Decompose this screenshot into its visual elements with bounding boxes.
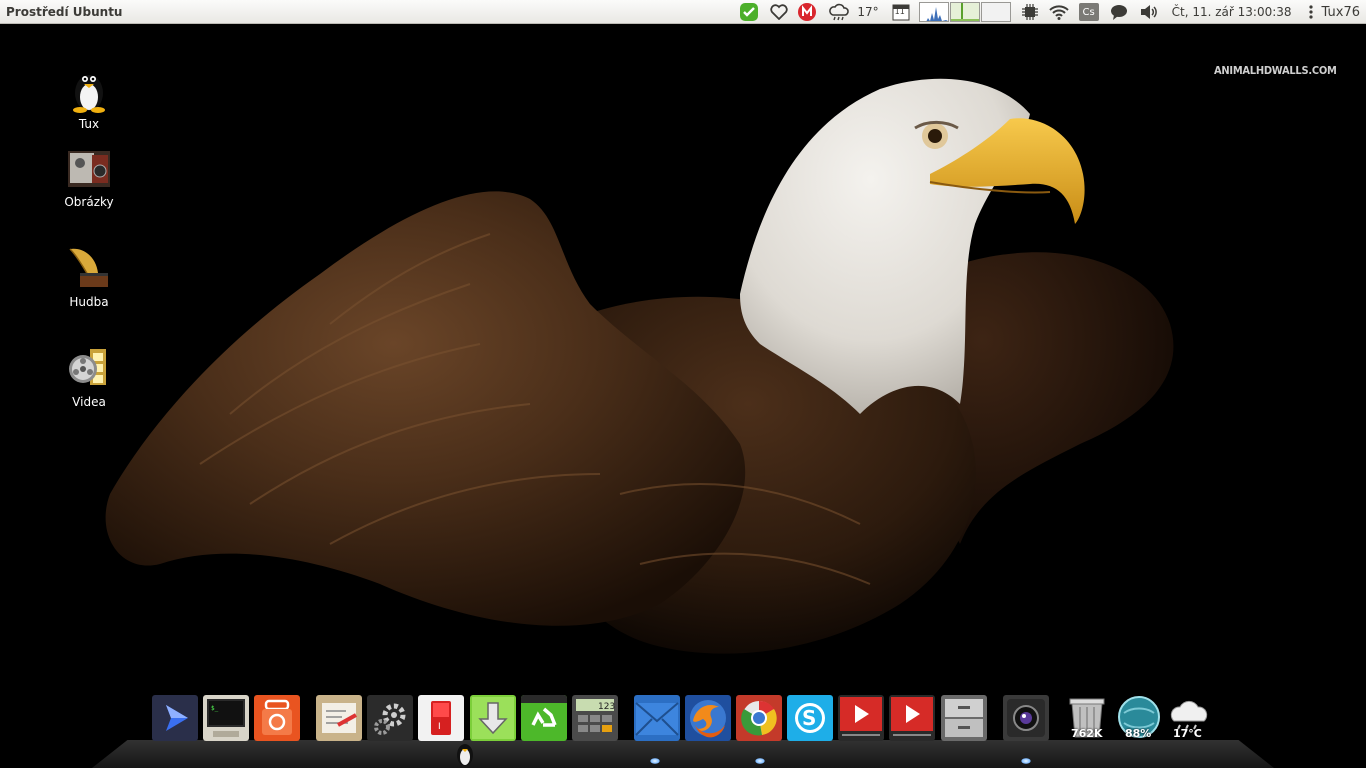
- running-indicator: [1021, 758, 1031, 764]
- eagle-wallpaper-image: [0, 24, 1366, 768]
- play-arrow-icon: [152, 695, 198, 741]
- system-monitor-indicator[interactable]: [918, 0, 1012, 24]
- dock-ubuntu-software[interactable]: [254, 695, 300, 741]
- wallpaper-watermark: ANIMALHDWALLS.COM: [1214, 64, 1337, 77]
- youtube-play-icon: [889, 695, 935, 741]
- running-indicator: [755, 758, 765, 764]
- dock-tux-figure: [454, 740, 476, 768]
- calculator-display: 123: [598, 702, 615, 712]
- dock-skype[interactable]: S: [787, 695, 833, 741]
- webcam-icon: [1003, 695, 1049, 741]
- svg-text:$_: $_: [211, 705, 219, 712]
- dock-media-player[interactable]: [152, 695, 198, 741]
- firefox-icon: [685, 695, 731, 741]
- wifi-icon: [1048, 5, 1069, 20]
- desktop-wallpaper: ANIMALHDWALLS.COM: [0, 24, 1366, 768]
- recycle-icon: [521, 695, 567, 741]
- clock[interactable]: Čt, 11. zář 13:00:38: [1168, 0, 1296, 24]
- desktop-icon-videos[interactable]: Videa: [49, 345, 129, 409]
- calculator-icon: 123: [572, 695, 618, 741]
- ubuntu-bag-icon: [254, 695, 300, 741]
- tux-penguin-icon: [457, 744, 473, 766]
- weather-widget-temp: 17°C: [1173, 727, 1202, 740]
- update-ok-indicator[interactable]: [737, 0, 761, 24]
- network-wifi-indicator[interactable]: [1048, 0, 1070, 24]
- desktop-icon-label: Obrázky: [64, 195, 114, 209]
- weather-indicator[interactable]: [825, 0, 853, 24]
- dock-shutdown[interactable]: I: [418, 695, 464, 741]
- weather-temp: 17°: [857, 5, 879, 19]
- terminal-icon: $_: [203, 695, 249, 741]
- top-panel: Prostředí Ubuntu 17° 11 Cs Čt, 11. zář 1…: [0, 0, 1366, 24]
- mega-icon: [798, 3, 817, 21]
- dock-shelf: [92, 740, 1274, 768]
- keyboard-layout-label: Cs: [1078, 3, 1099, 21]
- user-name[interactable]: Tux76: [1318, 0, 1366, 24]
- cpu-graph: [918, 2, 949, 22]
- tux-penguin-icon: [73, 75, 105, 113]
- file-cabinet-icon: [941, 695, 987, 741]
- desktop-icon-label: Tux: [78, 117, 100, 131]
- desktop-icon-pictures[interactable]: Obrázky: [49, 147, 129, 209]
- favorites-indicator[interactable]: [769, 0, 789, 24]
- envelope-icon: [634, 695, 680, 741]
- session-menu[interactable]: [1304, 0, 1318, 24]
- dock-youtube-1[interactable]: [838, 695, 884, 741]
- dock-file-cabinet[interactable]: [941, 695, 987, 741]
- youtube-play-icon: [838, 695, 884, 741]
- dock-trash-recycle[interactable]: [521, 695, 567, 741]
- desktop-icon-label: Videa: [72, 395, 106, 409]
- messaging-indicator[interactable]: [1108, 0, 1130, 24]
- trash-size-label: 762K: [1071, 727, 1103, 740]
- svg-text:S: S: [802, 706, 816, 730]
- pictures-folder-icon: [68, 151, 110, 187]
- indicator-area: 17° 11 Cs Čt, 11. zář 13:00:38 Tux76: [737, 0, 1366, 24]
- dock-firefox[interactable]: [685, 695, 731, 741]
- running-indicator: [650, 758, 660, 764]
- kebab-menu-icon: [1308, 5, 1313, 19]
- power-switch-icon: I: [418, 695, 464, 741]
- cloud-rain-icon: [829, 3, 850, 21]
- chip-icon: [1021, 4, 1038, 20]
- dock-chromium[interactable]: [736, 695, 782, 741]
- desktop-icon-music[interactable]: Hudba: [49, 245, 129, 309]
- dock-mail[interactable]: [634, 695, 680, 741]
- dock-system-settings[interactable]: [367, 695, 413, 741]
- dock-camera[interactable]: [1003, 695, 1049, 741]
- desktop-icon-tux[interactable]: Tux: [49, 67, 129, 131]
- chrome-icon: [736, 695, 782, 741]
- music-gramophone-icon: [69, 248, 108, 287]
- calendar-indicator[interactable]: 11: [891, 0, 911, 24]
- keyboard-layout-indicator[interactable]: Cs: [1078, 0, 1100, 24]
- window-title: Prostředí Ubuntu: [6, 4, 123, 19]
- dock-youtube-2[interactable]: [889, 695, 935, 741]
- cpu-percent-label: 88%: [1125, 727, 1152, 740]
- calendar-day: 11: [894, 7, 905, 16]
- hardware-indicator[interactable]: [1020, 0, 1040, 24]
- memory-graph: [949, 2, 980, 22]
- desktop-icon-label: Hudba: [69, 295, 109, 309]
- dock-calculator[interactable]: 123: [572, 695, 618, 741]
- archive-box-icon: [316, 695, 362, 741]
- heart-icon: [770, 4, 789, 20]
- network-graph: [980, 2, 1011, 22]
- download-arrow-icon: [470, 695, 516, 741]
- svg-text:I: I: [438, 722, 441, 732]
- gears-icon: [367, 695, 413, 741]
- videos-film-icon: [69, 349, 106, 385]
- dock-terminal[interactable]: $_: [203, 695, 249, 741]
- sound-indicator[interactable]: [1138, 0, 1160, 24]
- check-shield-icon: [740, 3, 759, 21]
- skype-icon: S: [787, 695, 833, 741]
- chat-bubble-icon: [1110, 5, 1127, 20]
- speaker-icon: [1140, 5, 1157, 19]
- dock-downloads[interactable]: [470, 695, 516, 741]
- dock-archive-manager[interactable]: [316, 695, 362, 741]
- mega-sync-indicator[interactable]: [797, 0, 817, 24]
